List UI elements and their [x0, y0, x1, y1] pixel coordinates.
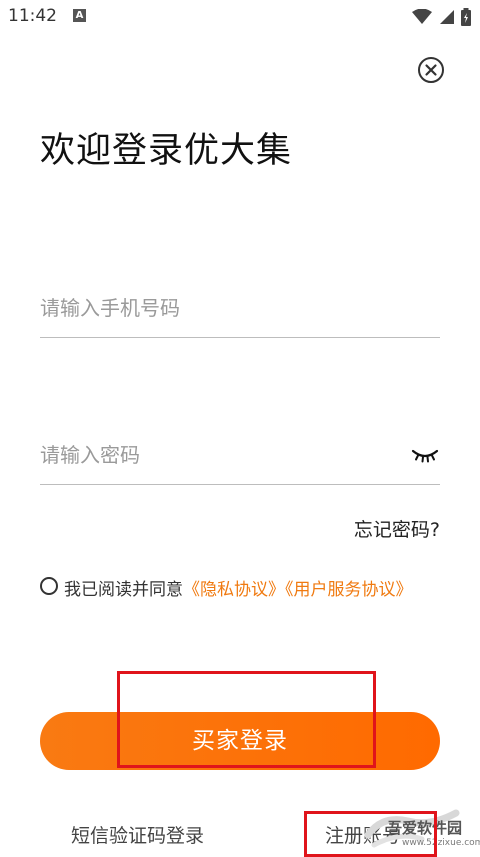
agreement-radio[interactable]: [40, 576, 58, 595]
status-icons: [411, 6, 472, 26]
password-input[interactable]: [40, 435, 380, 475]
register-link[interactable]: 注册账号: [325, 821, 401, 848]
buyer-login-button[interactable]: 买家登录: [40, 712, 440, 770]
battery-icon: [461, 7, 471, 26]
wifi-icon: [411, 8, 432, 24]
status-bar: 11:42 A: [0, 0, 480, 34]
sms-login-link[interactable]: 短信验证码登录: [71, 821, 204, 848]
watermark-url: www.52zixue.com: [402, 838, 480, 848]
phone-input[interactable]: [40, 288, 380, 328]
close-button[interactable]: [417, 56, 445, 84]
status-time: 11:42: [8, 6, 57, 26]
phone-field: [40, 287, 440, 338]
privacy-policy-link[interactable]: 《隐私协议》: [183, 580, 285, 600]
agreement-text: 我已阅读并同意: [64, 580, 183, 600]
password-visibility-toggle[interactable]: [410, 444, 440, 466]
user-service-agreement-link[interactable]: 《用户服务协议》: [285, 580, 413, 600]
page-title: 欢迎登录优大集: [40, 131, 293, 171]
password-field: [40, 434, 440, 485]
forgot-password-link[interactable]: 忘记密码?: [354, 515, 440, 542]
close-icon: [418, 57, 444, 83]
eye-closed-icon: [411, 449, 439, 463]
notification-a-icon: A: [73, 9, 86, 22]
signal-icon: [439, 9, 454, 24]
agreement-row: 我已阅读并同意《隐私协议》《用户服务协议》: [40, 575, 413, 600]
